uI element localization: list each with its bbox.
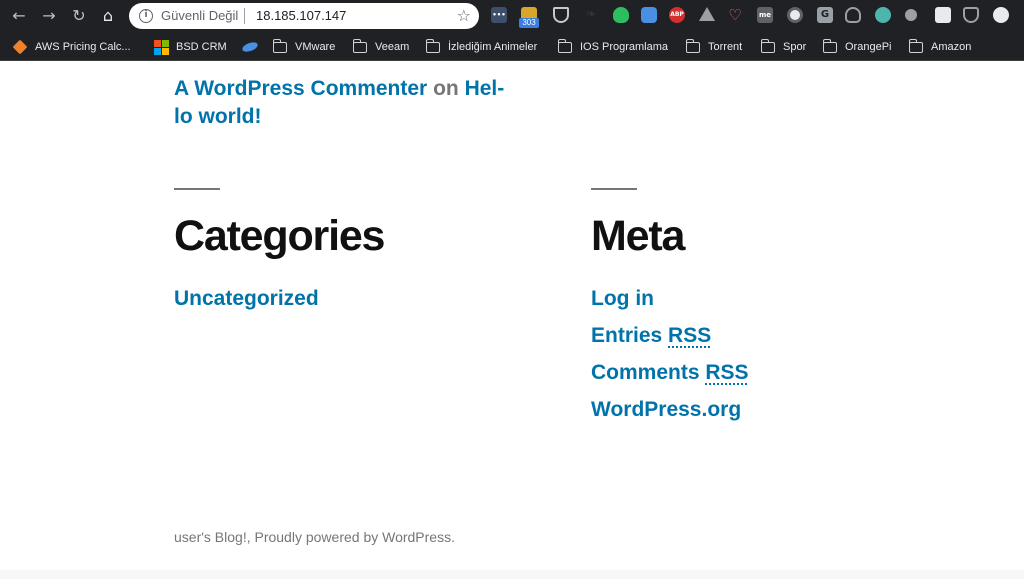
comments-rss-link[interactable]: Comments RSS xyxy=(591,361,749,385)
bookmark-amazon[interactable]: Amazon xyxy=(909,38,971,56)
comments-label: Comments xyxy=(591,361,700,384)
g-extension-icon[interactable]: G xyxy=(817,7,833,23)
bookmark-label: AWS Pricing Calc... xyxy=(35,41,131,53)
meta-title: Meta xyxy=(591,212,685,260)
bookmark-star-icon[interactable]: ☆ xyxy=(457,6,471,25)
folder-icon xyxy=(823,38,837,53)
folder-icon xyxy=(909,38,923,53)
swoosh-icon xyxy=(241,40,259,54)
folder-icon xyxy=(353,38,367,53)
cloud-icon[interactable] xyxy=(641,7,657,23)
bookmark-label: IOS Programlama xyxy=(580,41,669,53)
rss-abbr: RSS xyxy=(705,361,749,384)
categories-divider xyxy=(174,188,220,190)
recent-comment: A WordPress Commenter on Hel- lo world! xyxy=(174,75,534,131)
page-content: A WordPress Commenter on Hel- lo world! … xyxy=(0,62,1024,579)
category-link-uncategorized[interactable]: Uncategorized xyxy=(174,287,319,311)
adblock-icon[interactable]: ABP xyxy=(669,7,685,23)
forward-arrow-icon[interactable]: → xyxy=(38,5,60,27)
comment-author-link[interactable]: A WordPress Commenter xyxy=(174,77,427,100)
browser-toolbar: ← → ↻ ⌂ i Güvenli Değil 18.185.107.147 ☆… xyxy=(0,0,1024,32)
folder-icon xyxy=(558,38,572,53)
bookmark-izledigim-animeler[interactable]: İzlediğim Animeler xyxy=(426,38,537,56)
bookmark-bsd-crm[interactable]: BSD CRM xyxy=(154,38,227,56)
bookmark-veeam[interactable]: Veeam xyxy=(353,38,409,56)
url-text[interactable]: 18.185.107.147 xyxy=(256,8,346,23)
bookmark-aws[interactable]: AWS Pricing Calc... xyxy=(12,38,131,56)
more-extension-icon[interactable]: ••• xyxy=(491,7,507,23)
bookmark-label: İzlediğim Animeler xyxy=(448,41,538,53)
pocket-icon[interactable] xyxy=(963,7,979,23)
bookmark-label: VMware xyxy=(295,41,336,53)
octopus-icon[interactable] xyxy=(875,7,891,23)
extension-badge: 303 xyxy=(519,18,539,28)
bookmark-swoosh[interactable] xyxy=(241,38,259,56)
reader-extension-icon[interactable] xyxy=(935,7,951,23)
comment-post-link[interactable]: Hel- xyxy=(465,77,505,100)
evernote-icon[interactable] xyxy=(613,7,629,23)
bookmark-label: Spor xyxy=(783,41,807,53)
bookmark-label: OrangePi xyxy=(845,41,892,53)
footer-bar xyxy=(0,570,1024,579)
folder-icon xyxy=(686,38,700,53)
drive-icon[interactable] xyxy=(699,7,715,21)
meta-divider xyxy=(591,188,637,190)
reload-icon[interactable]: ↻ xyxy=(68,5,90,27)
comment-post-link-continued[interactable]: lo world! xyxy=(174,105,262,128)
login-link[interactable]: Log in xyxy=(591,287,654,311)
home-icon[interactable]: ⌂ xyxy=(97,5,119,27)
me-extension-icon[interactable]: me xyxy=(757,7,773,23)
categories-title: Categories xyxy=(174,212,385,260)
bookmark-label: Amazon xyxy=(931,41,972,53)
bookmark-label: Veeam xyxy=(375,41,410,53)
aws-cube-icon xyxy=(12,39,28,55)
address-bar[interactable]: i Güvenli Değil 18.185.107.147 ☆ xyxy=(129,3,479,29)
folder-icon xyxy=(426,38,440,53)
security-status: Güvenli Değil xyxy=(161,8,239,23)
folder-icon xyxy=(273,38,287,53)
bookmark-orangepi[interactable]: OrangePi xyxy=(823,38,891,56)
bird-icon[interactable]: ❧ xyxy=(583,7,599,23)
bookmark-vmware[interactable]: VMware xyxy=(273,38,335,56)
bookmark-label: Torrent xyxy=(708,41,743,53)
lightbulb-icon[interactable] xyxy=(845,7,861,23)
microsoft-logo-icon xyxy=(154,39,169,55)
back-arrow-icon[interactable]: ← xyxy=(8,5,30,27)
entries-rss-link[interactable]: Entries RSS xyxy=(591,324,711,348)
comment-connector: on xyxy=(433,77,459,100)
wordpress-org-link[interactable]: WordPress.org xyxy=(591,398,741,422)
bookmark-spor[interactable]: Spor xyxy=(761,38,806,56)
dot-extension-icon[interactable] xyxy=(905,9,917,21)
profile-avatar[interactable] xyxy=(993,7,1009,23)
bookmarks-bar: AWS Pricing Calc... BSD CRM VMware Veeam… xyxy=(0,32,1024,61)
rss-abbr: RSS xyxy=(668,324,712,347)
entries-label: Entries xyxy=(591,324,663,347)
omnibox-divider xyxy=(244,8,245,24)
site-footer: user's Blog!, Proudly powered by WordPre… xyxy=(174,529,455,545)
bookmark-torrent[interactable]: Torrent xyxy=(686,38,742,56)
heart-icon[interactable]: ♡ xyxy=(727,7,743,23)
bookmark-ios-programlama[interactable]: IOS Programlama xyxy=(558,38,668,56)
circle-extension-icon[interactable] xyxy=(787,7,803,23)
bookmark-label: BSD CRM xyxy=(176,41,227,53)
shield-icon[interactable] xyxy=(553,7,569,23)
info-icon[interactable]: i xyxy=(139,9,153,23)
folder-icon xyxy=(761,38,775,53)
